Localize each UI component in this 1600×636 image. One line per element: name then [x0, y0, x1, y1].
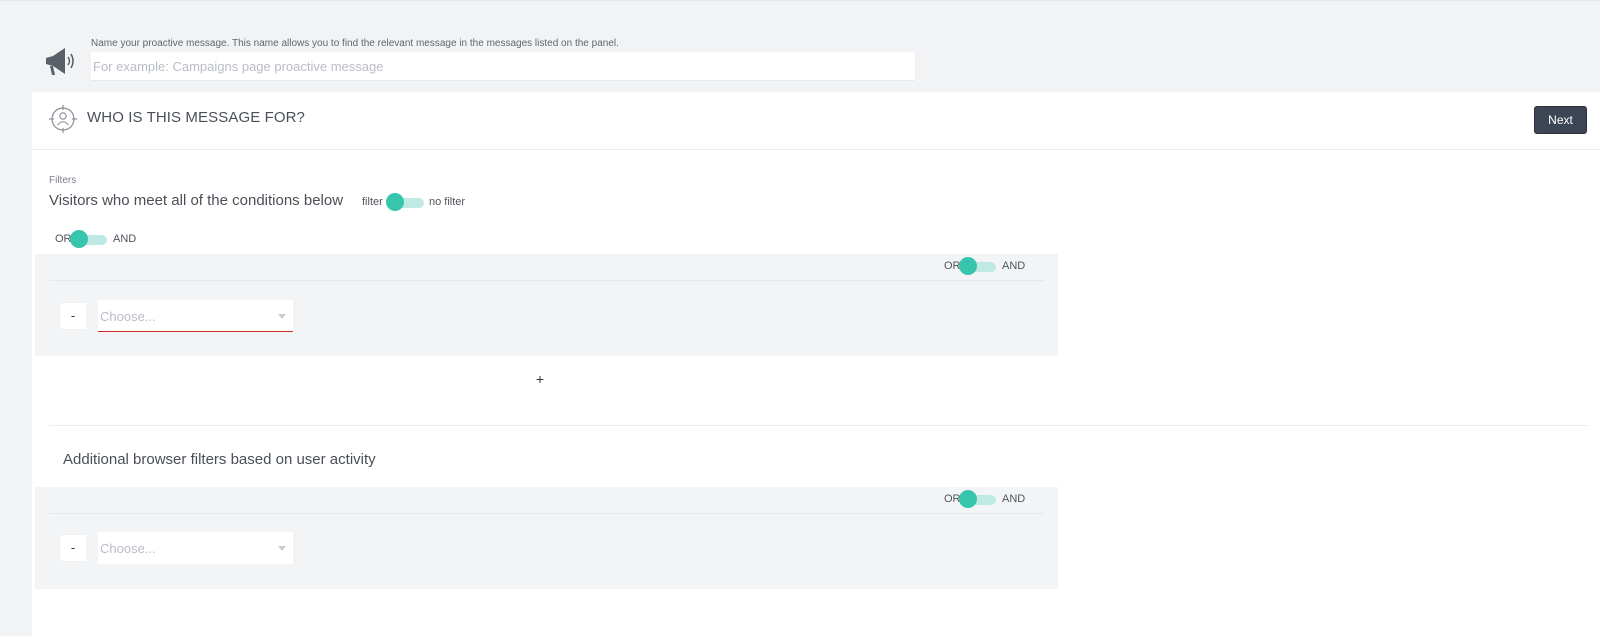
- toggle-knob[interactable]: [959, 490, 977, 508]
- outer-logic-toggle[interactable]: OR AND: [55, 229, 145, 251]
- select-placeholder: Choose...: [100, 541, 156, 556]
- filter-toggle-right-label: no filter: [429, 196, 466, 208]
- page-title: WHO IS THIS MESSAGE FOR?: [87, 109, 305, 126]
- toggle-knob[interactable]: [959, 257, 977, 275]
- filters-label: Filters: [49, 175, 77, 186]
- select-placeholder: Choose...: [100, 309, 156, 324]
- remove-browser-filter-button[interactable]: -: [59, 534, 87, 562]
- caret-down-icon: [278, 314, 286, 319]
- megaphone-icon: [46, 48, 74, 75]
- conditions-title: Visitors who meet all of the conditions …: [49, 192, 344, 209]
- browser-filter-group: OR AND - Choose...: [35, 487, 1058, 589]
- logic-and-label: AND: [113, 233, 137, 245]
- condition-select[interactable]: Choose...: [98, 300, 293, 332]
- group-divider: [49, 280, 1044, 281]
- remove-condition-button[interactable]: -: [59, 302, 87, 330]
- card-header: WHO IS THIS MESSAGE FOR? Next: [32, 92, 1600, 150]
- toggle-knob[interactable]: [386, 193, 404, 211]
- toggle-knob[interactable]: [70, 230, 88, 248]
- section-divider: [49, 425, 1589, 426]
- add-condition-group-button[interactable]: +: [529, 371, 551, 393]
- group-divider: [49, 513, 1044, 514]
- caret-down-icon: [278, 546, 286, 551]
- browser-filter-select[interactable]: Choose...: [98, 532, 293, 564]
- message-name-input[interactable]: [91, 52, 915, 81]
- next-button[interactable]: Next: [1534, 106, 1587, 134]
- filter-toggle-left-label: filter: [362, 196, 383, 208]
- condition-group: OR AND - Choose...: [35, 254, 1058, 356]
- logic-and-label: AND: [1002, 493, 1026, 505]
- browser-logic-toggle[interactable]: OR AND: [944, 489, 1034, 511]
- audience-card: WHO IS THIS MESSAGE FOR? Next Filters Vi…: [32, 92, 1600, 636]
- target-user-icon: [49, 105, 77, 133]
- filter-toggle[interactable]: filter no filter: [362, 192, 472, 214]
- logic-and-label: AND: [1002, 260, 1026, 272]
- name-help-text: Name your proactive message. This name a…: [91, 38, 619, 49]
- message-name-section: Name your proactive message. This name a…: [0, 0, 1600, 92]
- group-logic-toggle[interactable]: OR AND: [944, 256, 1034, 278]
- browser-filters-title: Additional browser filters based on user…: [63, 451, 376, 468]
